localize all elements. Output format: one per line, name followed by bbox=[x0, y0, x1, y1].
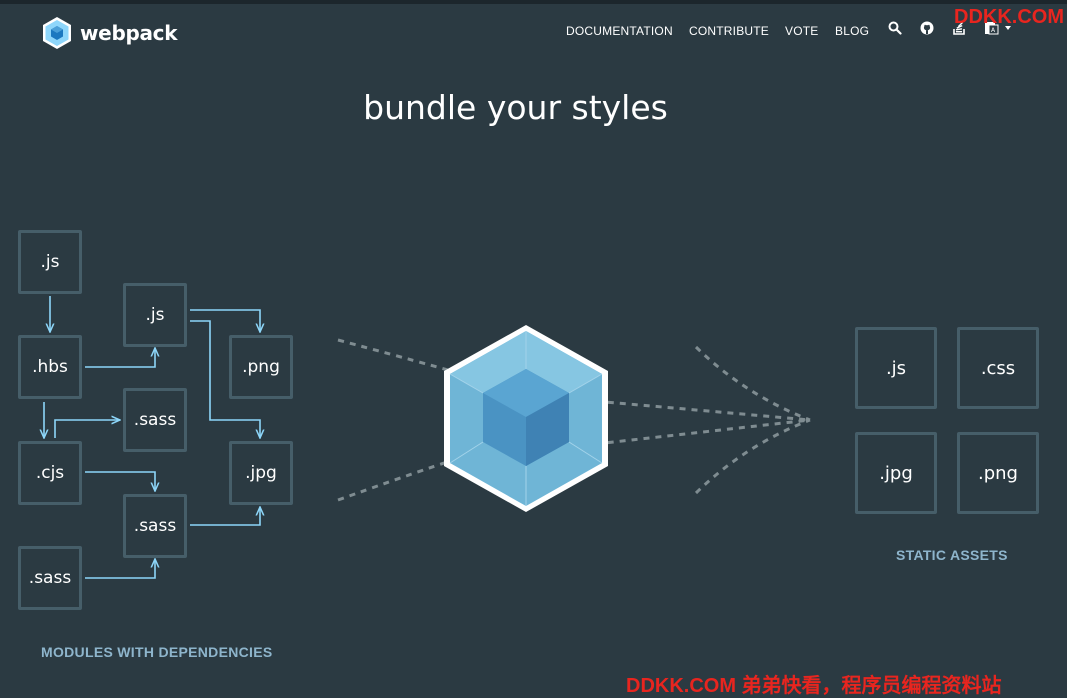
module-node: .sass bbox=[18, 546, 82, 610]
asset-tile: .css bbox=[957, 327, 1039, 409]
asset-tile: .jpg bbox=[855, 432, 937, 514]
modules-caption: MODULES WITH DEPENDENCIES bbox=[41, 644, 273, 660]
watermark-bottom: DDKK.COM 弟弟快看，程序员编程资料站 bbox=[626, 675, 1002, 697]
asset-tile: .png bbox=[957, 432, 1039, 514]
module-node: .sass bbox=[123, 494, 187, 558]
module-node: .js bbox=[18, 230, 82, 294]
assets-caption: STATIC ASSETS bbox=[896, 547, 1008, 563]
asset-tile: .js bbox=[855, 327, 937, 409]
module-node: .sass bbox=[123, 388, 187, 452]
module-node: .cjs bbox=[18, 441, 82, 505]
module-node: .js bbox=[123, 283, 187, 347]
module-node: .hbs bbox=[18, 335, 82, 399]
module-node: .png bbox=[229, 335, 293, 399]
module-node: .jpg bbox=[229, 441, 293, 505]
webpack-cube-icon bbox=[444, 325, 608, 512]
